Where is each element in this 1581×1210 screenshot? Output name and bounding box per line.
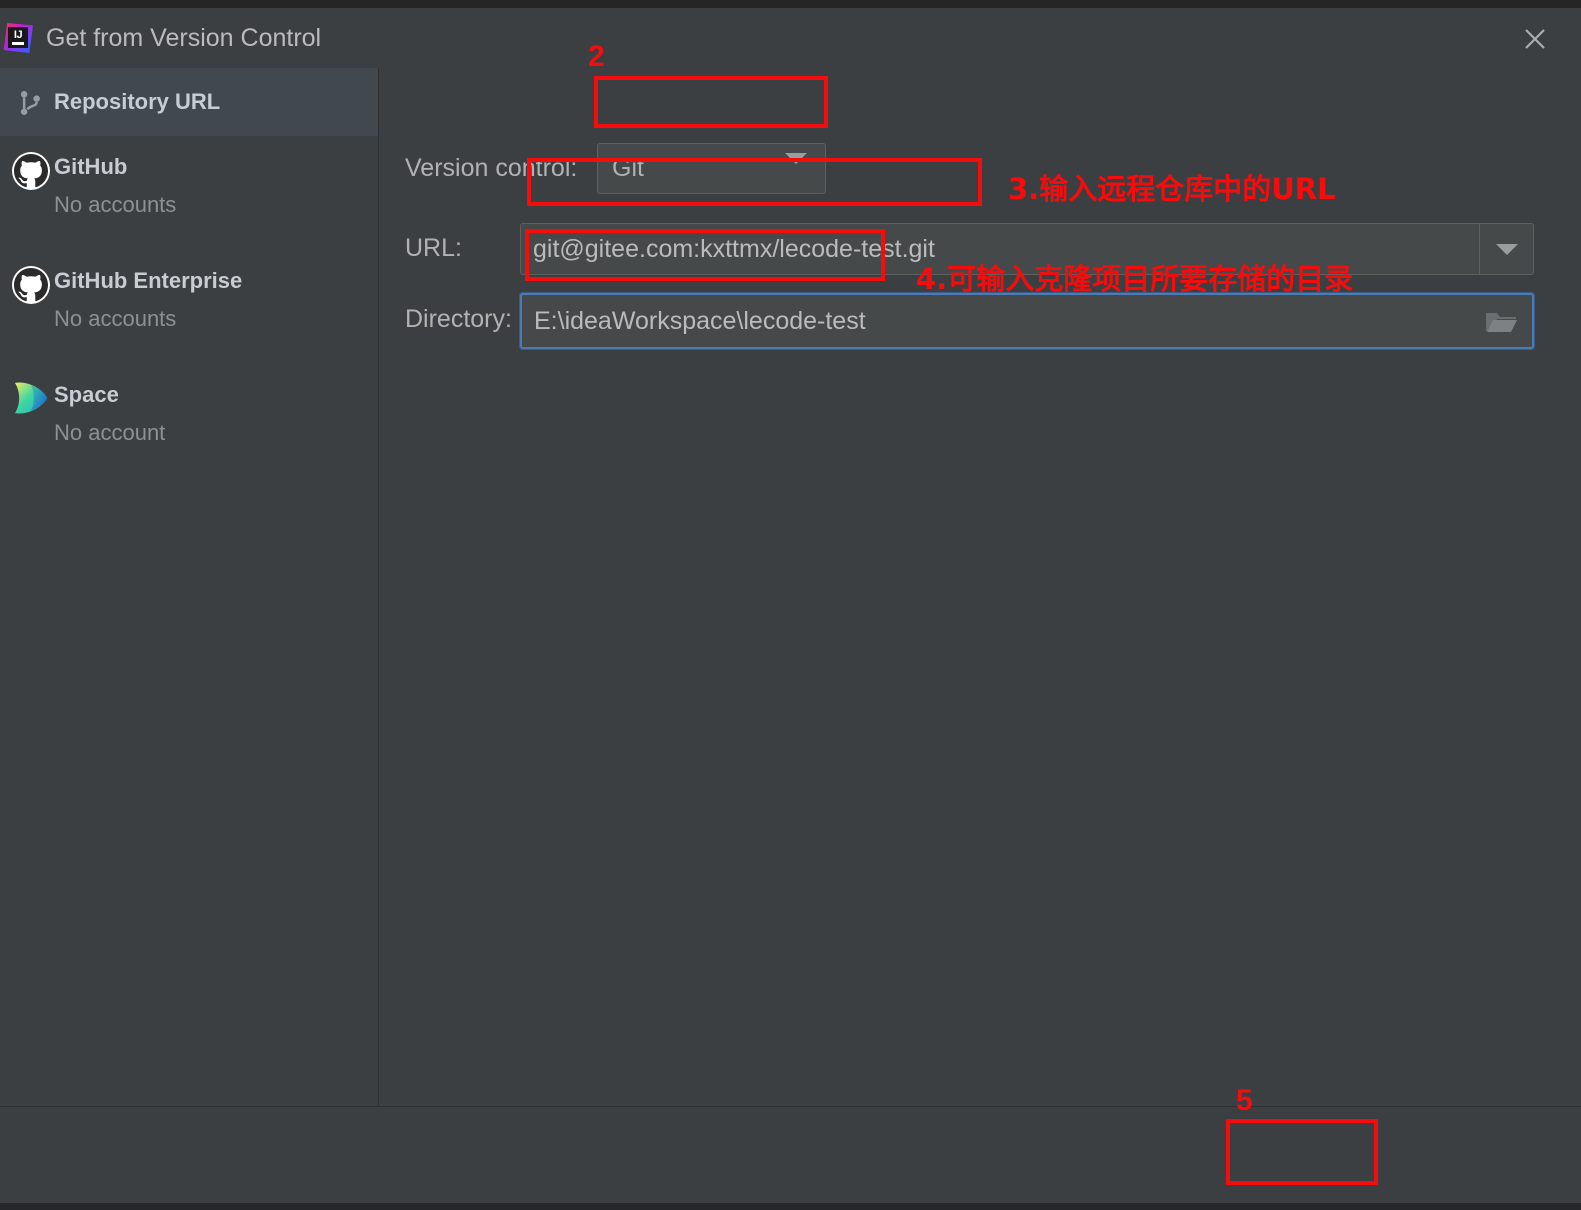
dialog-titlebar: IJ Get from Version Control (0, 8, 1581, 68)
url-input[interactable]: git@gitee.com:kxttmx/lecode-test.git (520, 223, 1534, 275)
directory-value: E:\ideaWorkspace\lecode-test (534, 306, 866, 335)
sidebar-item-github-enterprise[interactable]: GitHub Enterprise No accounts (0, 250, 378, 364)
sidebar-item-sublabel: No accounts (54, 306, 177, 331)
window-top-edge (0, 0, 1581, 8)
folder-icon[interactable] (1478, 305, 1524, 337)
dialog-footer: Clone Cancel (0, 1107, 1581, 1203)
url-value: git@gitee.com:kxttmx/lecode-test.git (533, 234, 935, 263)
sidebar-item-label: GitHub Enterprise (54, 268, 243, 293)
url-label: URL: (405, 234, 462, 262)
intellij-idea-logo-icon: IJ (3, 23, 33, 53)
sidebar-item-label: Repository URL (54, 89, 221, 114)
sidebar-item-label: Space (54, 382, 119, 407)
window-bottom-edge (0, 1203, 1581, 1210)
directory-label: Directory: (405, 305, 512, 333)
sidebar-item-sublabel: No accounts (54, 192, 177, 217)
jetbrains-space-icon (8, 378, 54, 416)
sidebar-item-label: GitHub (54, 154, 128, 179)
chevron-down-icon (785, 153, 807, 182)
sidebar: Repository URL GitHub No accounts GitHub… (0, 68, 379, 1106)
sidebar-item-repository-url[interactable]: Repository URL (0, 68, 378, 136)
version-control-label: Version control: (405, 154, 578, 182)
main-panel: Version control: Git URL: git@gitee.com:… (380, 68, 1581, 1106)
version-control-value: Git (612, 154, 644, 182)
github-icon (8, 150, 54, 190)
close-icon[interactable] (1509, 18, 1561, 60)
sidebar-item-github[interactable]: GitHub No accounts (0, 136, 378, 250)
github-icon (8, 264, 54, 304)
url-history-dropdown-button[interactable] (1479, 224, 1533, 274)
get-from-version-control-dialog: IJ Get from Version Control Repository U… (0, 0, 1581, 1210)
sidebar-item-sublabel: No account (54, 420, 166, 445)
chevron-down-icon (1495, 243, 1518, 255)
directory-input[interactable]: E:\ideaWorkspace\lecode-test (520, 293, 1534, 349)
sidebar-item-space[interactable]: Space No account (0, 364, 378, 478)
dialog-title: Get from Version Control (46, 23, 322, 52)
version-control-select[interactable]: Git (597, 143, 826, 194)
git-branch-icon (8, 83, 54, 121)
